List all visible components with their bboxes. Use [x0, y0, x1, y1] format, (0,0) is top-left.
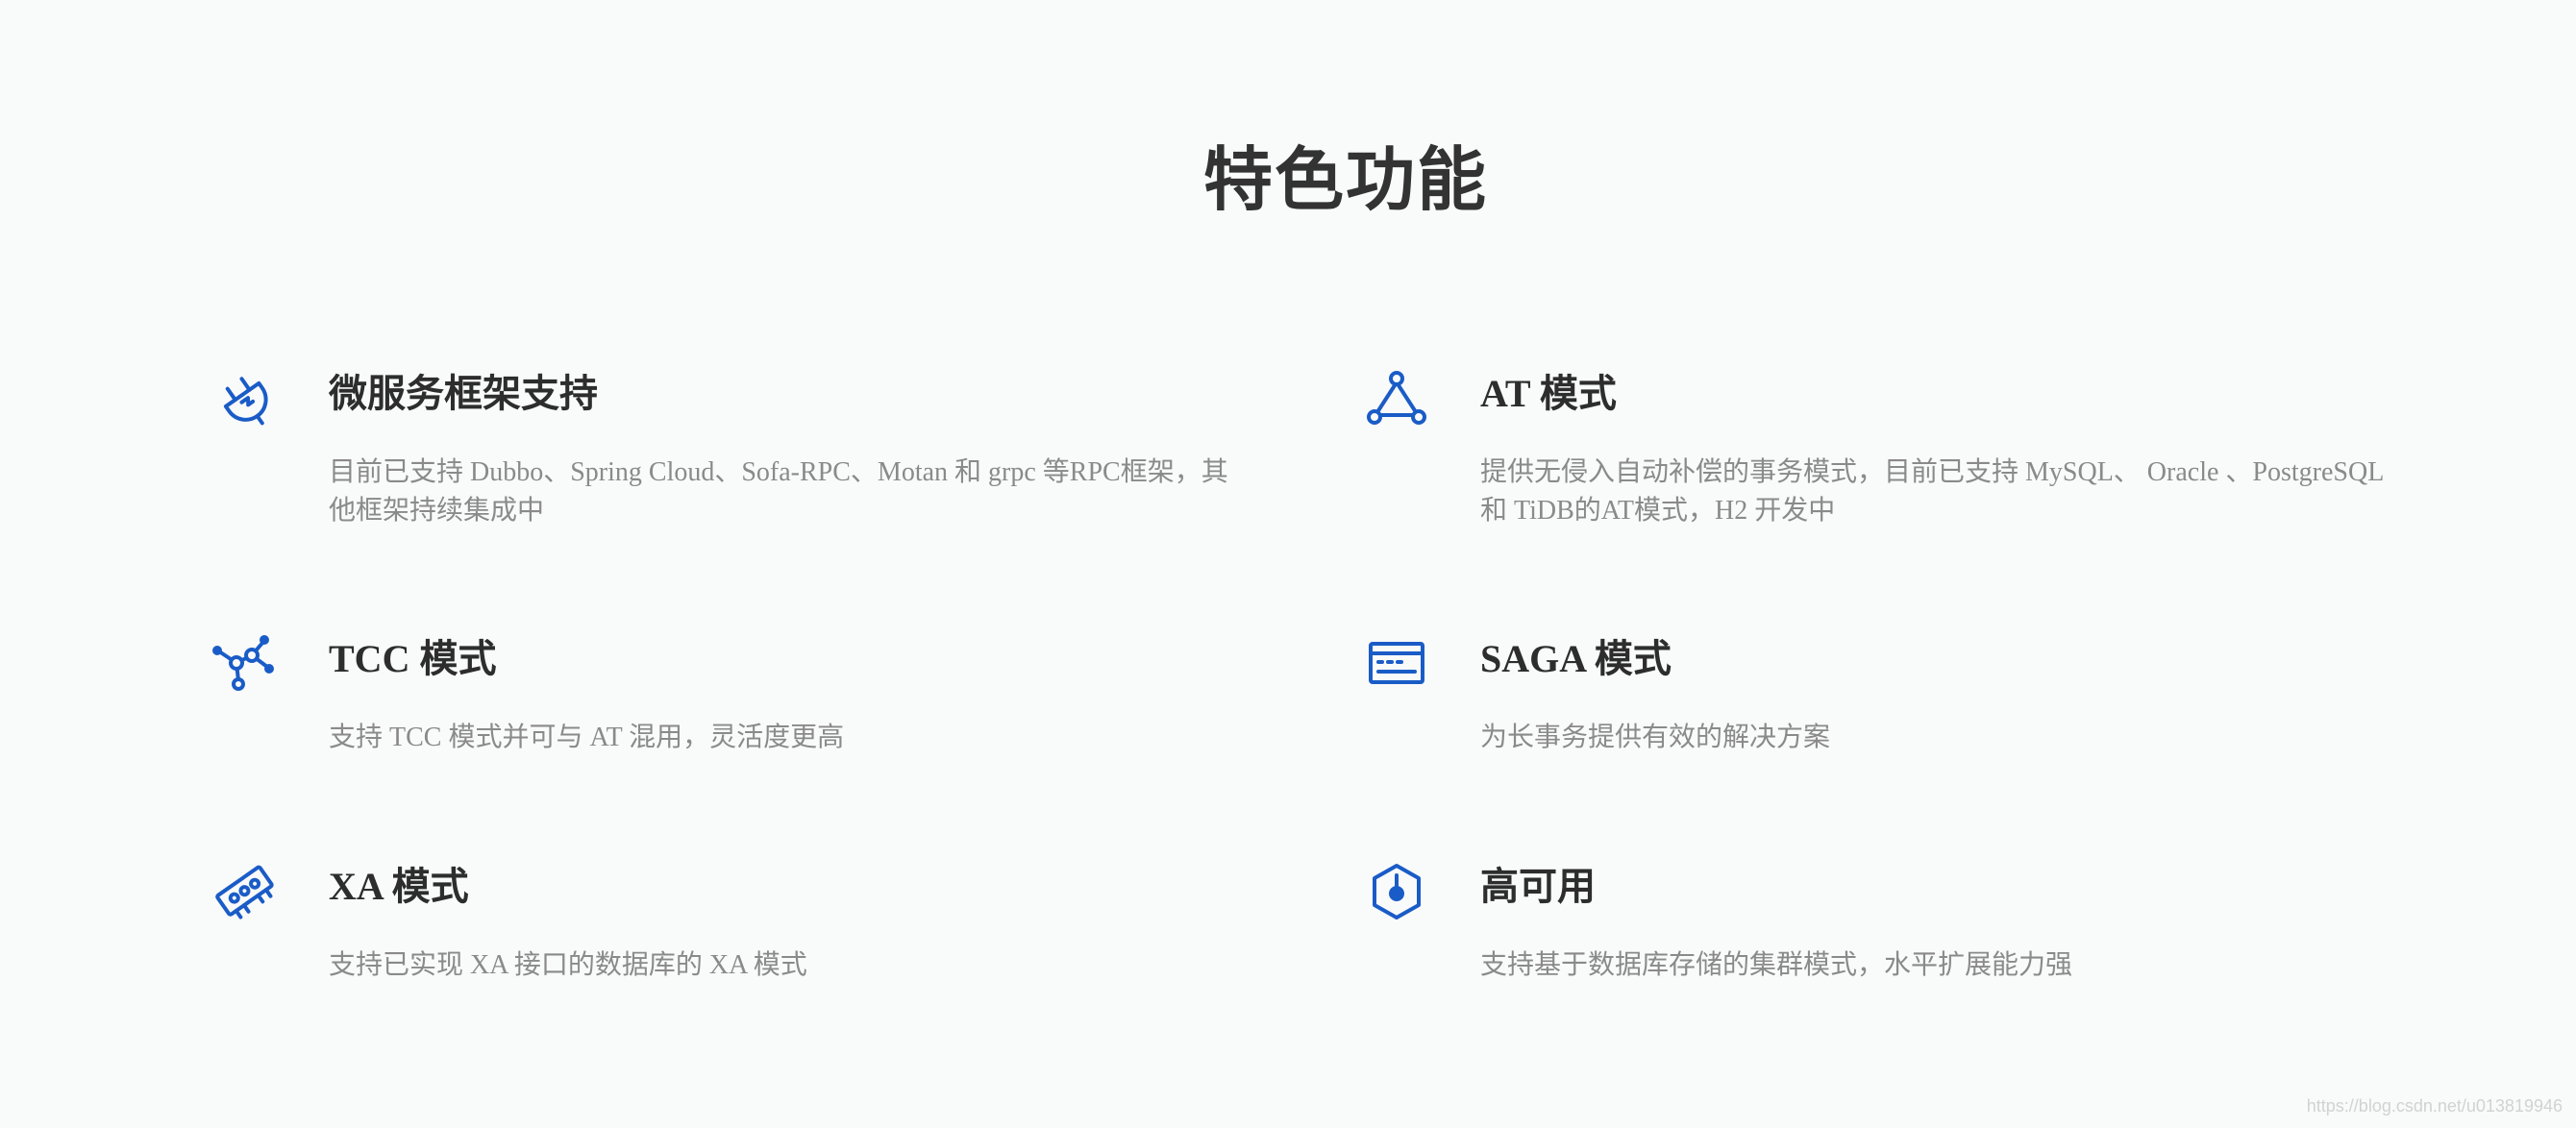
feature-description: 为长事务提供有效的解决方案 [1480, 723, 1831, 752]
triangle-nodes-icon [1363, 365, 1430, 432]
feature-title: 高可用 [1480, 865, 1596, 908]
feature-description: 支持已实现 XA 接口的数据库的 XA 模式 [329, 950, 807, 980]
hexagon-icon [1363, 858, 1430, 925]
feature-title: SAGA 模式 [1480, 637, 1672, 680]
molecule-nodes-icon [211, 630, 279, 698]
feature-description: 支持基于数据库存储的集群模式，水平扩展能力强 [1480, 950, 2073, 980]
feature-description: 支持 TCC 模式并可与 AT 混用，灵活度更高 [329, 723, 845, 752]
feature-title: TCC 模式 [329, 637, 497, 680]
feature-title: XA 模式 [329, 865, 469, 908]
feature-description: 目前已支持 Dubbo、Spring Cloud、Sofa-RPC、Motan … [329, 457, 1228, 526]
feature-description: 提供无侵入自动补偿的事务模式，目前已支持 MySQL、 Oracle 、Post… [1480, 457, 2384, 526]
chip-icon [211, 858, 279, 925]
watermark-text: https://blog.csdn.net/u013819946 [2306, 1096, 2563, 1116]
plug-icon [211, 365, 279, 432]
section-title: 特色功能 [1202, 139, 1488, 220]
feature-title: AT 模式 [1480, 372, 1617, 415]
window-panel-icon [1363, 630, 1430, 698]
feature-title: 微服务框架支持 [329, 372, 598, 415]
